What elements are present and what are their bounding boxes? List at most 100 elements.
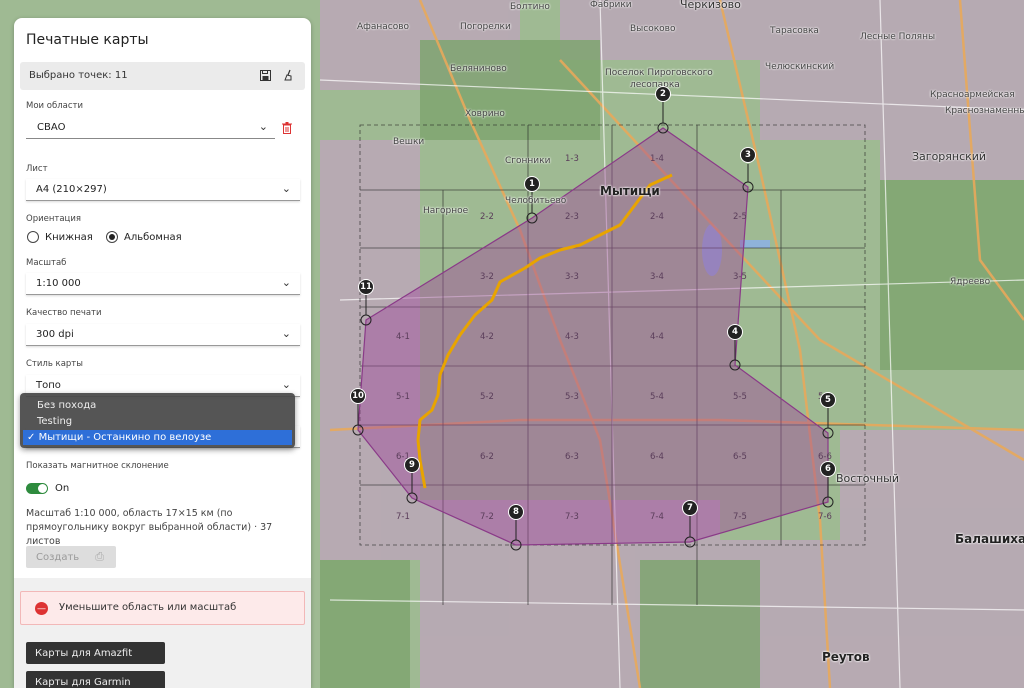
sheet-label: 4-3 [565, 332, 579, 342]
style-label: Стиль карты [26, 359, 83, 369]
area-select[interactable]: СВАО ⌄ [26, 117, 275, 139]
create-button[interactable]: Создать ⎙ [26, 546, 116, 568]
magnetic-toggle-label: On [55, 483, 70, 494]
map-label: Погорелки [460, 22, 511, 32]
sheet-label: 2-5 [733, 212, 747, 222]
radio-portrait-label: Книжная [45, 231, 93, 243]
sheet-label: 5-4 [650, 392, 664, 402]
sheet-label: 3-4 [650, 272, 664, 282]
point-marker[interactable]: 5 [820, 392, 836, 408]
sheet-label: 3-2 [480, 272, 494, 282]
point-marker[interactable]: 1 [524, 176, 540, 192]
chevron-down-icon: ⌄ [281, 182, 291, 195]
check-icon: ✓ [27, 432, 36, 443]
map-label: Вешки [393, 137, 425, 147]
map-label: Красноармейская [930, 90, 1015, 100]
radio-landscape[interactable]: Альбомная [106, 231, 182, 243]
map-label: Черкизово [680, 0, 741, 11]
dropdown-item[interactable]: Без похода [23, 398, 292, 413]
radio-portrait[interactable]: Книжная [27, 231, 93, 243]
point-marker[interactable]: 2 [655, 86, 671, 102]
area-select-value: СВАО [37, 122, 66, 133]
chevron-down-icon: ⌄ [281, 378, 291, 391]
radio-dot [27, 231, 39, 243]
sheet-label: 5-1 [396, 392, 410, 402]
map-label: Краснознаменный [945, 106, 1024, 116]
point-marker[interactable]: 9 [404, 457, 420, 473]
map-label: Загорянский [912, 150, 987, 163]
broom-icon[interactable] [282, 68, 296, 82]
point-marker[interactable]: 8 [508, 504, 524, 520]
chevron-down-icon: ⌄ [281, 276, 291, 289]
quality-select[interactable]: 300 dpi ⌄ [26, 324, 300, 346]
magnetic-label: Показать магнитное склонение [26, 461, 169, 471]
map-label: Поселок Пироговского [605, 68, 713, 78]
map-label: Афанасово [357, 22, 410, 32]
sheet-label: 7-2 [480, 512, 494, 522]
point-marker[interactable]: 7 [682, 500, 698, 516]
print-maps-panel: Печатные карты Выбрано точек: 11 Мои обл… [14, 18, 311, 688]
sheet-label: 1-4 [650, 154, 664, 164]
sheet-label: 7-5 [733, 512, 747, 522]
point-marker[interactable]: 10 [350, 388, 366, 404]
sheet-label: 5-5 [733, 392, 747, 402]
no-entry-icon: — [35, 602, 48, 615]
point-marker[interactable]: 4 [727, 324, 743, 340]
selected-points-text: Выбрано точек: 11 [29, 70, 128, 81]
sheet-label: 2-2 [480, 212, 494, 222]
point-marker[interactable]: 6 [820, 461, 836, 477]
map-label: Челюскинский [765, 62, 835, 72]
style-select-value: Топо [36, 380, 61, 391]
point-marker[interactable]: 3 [740, 147, 756, 163]
sheet-label: 6-2 [480, 452, 494, 462]
error-message: — Уменьшите область или масштаб [20, 591, 305, 625]
radio-landscape-label: Альбомная [124, 231, 182, 243]
scale-select[interactable]: 1:10 000 ⌄ [26, 273, 300, 295]
sheet-label: 7-4 [650, 512, 664, 522]
chevron-down-icon: ⌄ [258, 120, 268, 133]
map-label: Лесные Поляны [860, 32, 936, 42]
areas-label: Мои области [26, 101, 83, 111]
sheet-label: 7-1 [396, 512, 410, 522]
toggle-switch[interactable] [26, 483, 48, 494]
quality-select-value: 300 dpi [36, 329, 74, 340]
garmin-button[interactable]: Карты для Garmin [26, 671, 165, 688]
dropdown-item[interactable]: Testing [23, 414, 292, 429]
magnetic-toggle[interactable]: On [26, 483, 69, 494]
sheet-label: 5-2 [480, 392, 494, 402]
sheet-label: 1-3 [565, 154, 579, 164]
map-label: Беляниново [450, 64, 507, 74]
map-label: Тарасовка [770, 26, 819, 36]
sheet-label: Лист [26, 164, 48, 174]
sheet-label: 7-6 [818, 512, 832, 522]
amazfit-button[interactable]: Карты для Amazfit [26, 642, 165, 664]
map-label: Реутов [822, 650, 870, 664]
panel-title: Печатные карты [26, 32, 149, 48]
summary-text: Масштаб 1:10 000, область 17×15 км (по п… [26, 508, 273, 547]
sheet-label: 3-5 [733, 272, 747, 282]
sheet-label: 6-5 [733, 452, 747, 462]
map-label: Ядреево [950, 277, 991, 287]
sheet-label: 4-4 [650, 332, 664, 342]
sheet-label: 5-3 [565, 392, 579, 402]
scale-select-value: 1:10 000 [36, 278, 81, 289]
map-label: Сгонники [505, 156, 551, 166]
dropdown-item-selected[interactable]: ✓ Мытищи - Останкино по велоузе [23, 430, 292, 445]
sheet-label: 6-3 [565, 452, 579, 462]
sheet-select-value: A4 (210×297) [36, 184, 107, 195]
sheet-label: 4-2 [480, 332, 494, 342]
floppy-icon[interactable] [258, 68, 272, 82]
orientation-label: Ориентация [26, 214, 81, 224]
printer-icon: ⎙ [95, 550, 104, 563]
trash-icon[interactable] [282, 122, 292, 137]
map-label: Высоково [630, 24, 676, 34]
map-label: Мытищи [600, 184, 660, 198]
map-label: лесопарка [630, 80, 680, 90]
sheet-label: 7-3 [565, 512, 579, 522]
error-text: Уменьшите область или масштаб [59, 602, 237, 613]
sheet-select[interactable]: A4 (210×297) ⌄ [26, 179, 300, 201]
route-dropdown-menu: Без похода Testing ✓ Мытищи - Останкино … [20, 393, 295, 448]
point-marker[interactable]: 11 [358, 279, 374, 295]
create-button-label: Создать [36, 551, 80, 563]
map-label: Челобитьево [505, 196, 567, 206]
